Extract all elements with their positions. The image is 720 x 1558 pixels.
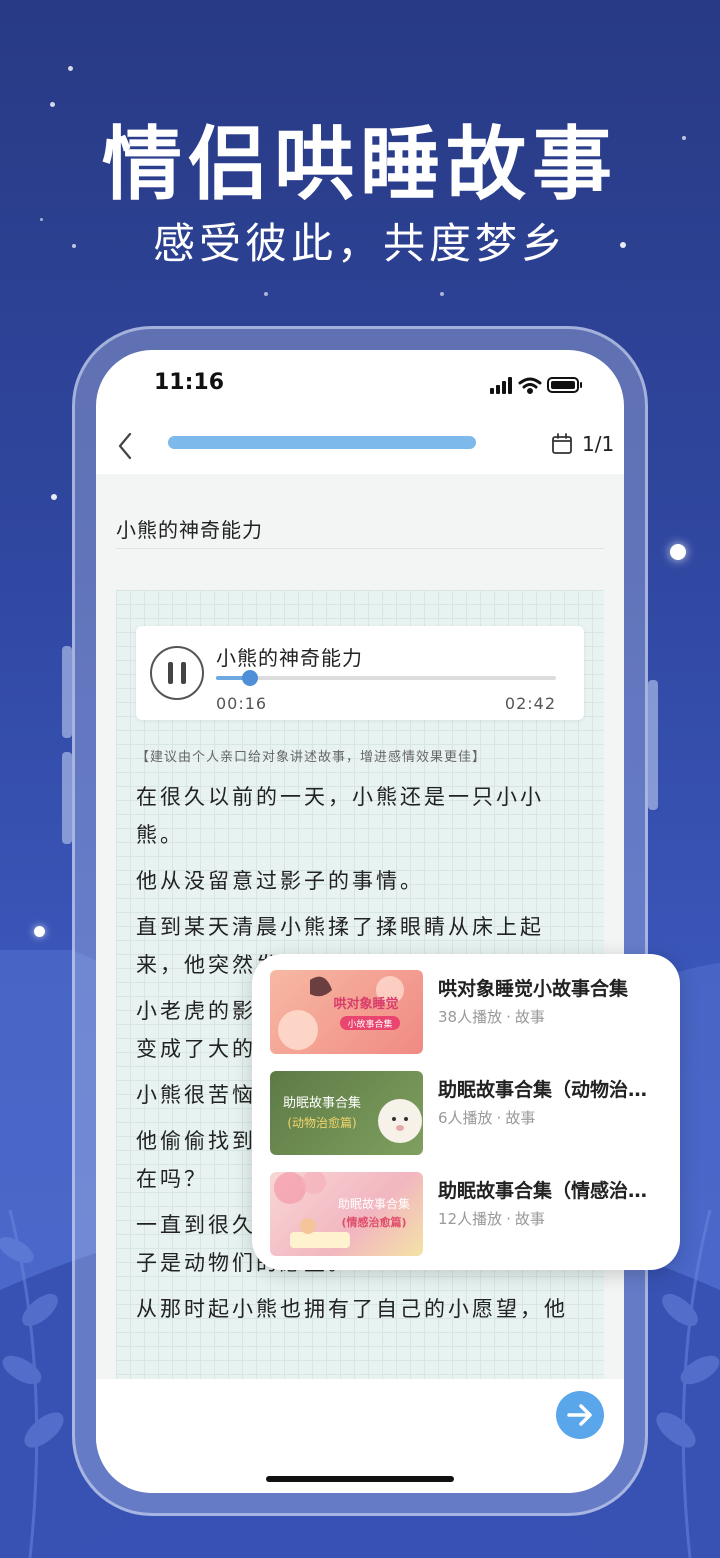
category-label: 故事 <box>505 1109 536 1127</box>
recommendation-item[interactable]: 助眠故事合集 (情感治愈篇) 助眠故事合集（情感治愈篇） 12人播放 · 故事 <box>270 1172 670 1256</box>
phone-screen: 11:16 1/1 小熊的神奇能力 小熊的神奇能力 00:16 02:42 【建… <box>96 350 624 1493</box>
wifi-icon <box>518 377 542 394</box>
reading-progress-bar <box>168 436 476 449</box>
story-paragraph: 他从没留意过影子的事情。 <box>136 869 424 893</box>
battery-icon <box>547 377 582 393</box>
status-icons <box>490 376 590 398</box>
category-label: 故事 <box>514 1210 545 1228</box>
recommendation-item[interactable]: 助眠故事合集 (动物治愈篇) 助眠故事合集（动物治愈篇） 6人播放 · 故事 <box>270 1071 670 1155</box>
thumb-subtitle: (情感治愈篇) <box>341 1215 406 1229</box>
arrow-right-icon <box>567 1404 592 1426</box>
audio-player: 小熊的神奇能力 00:16 02:42 <box>136 626 584 720</box>
recommendation-title: 助眠故事合集（动物治愈篇） <box>438 1079 664 1101</box>
page-counter: 1/1 <box>582 432 615 456</box>
current-time: 00:16 <box>216 694 268 713</box>
recommendation-thumbnail: 助眠故事合集 (动物治愈篇) <box>270 1071 423 1155</box>
hero-subtitle: 感受彼此，共度梦乡 <box>152 219 567 268</box>
star-decoration <box>264 292 268 296</box>
chevron-left-icon <box>118 432 132 460</box>
star-decoration <box>34 926 45 937</box>
story-title: 小熊的神奇能力 <box>116 518 263 542</box>
hero-title: 情侣哄睡故事 <box>102 118 618 211</box>
title-divider <box>116 548 604 549</box>
status-time: 11:16 <box>154 370 225 395</box>
back-button[interactable] <box>110 426 140 466</box>
star-decoration <box>51 494 57 500</box>
recommendation-item[interactable]: 哄对象睡觉 小故事合集 哄对象睡觉小故事合集 38人播放 · 故事 <box>270 970 670 1054</box>
recommendation-thumbnail: 哄对象睡觉 小故事合集 <box>270 970 423 1054</box>
phone-side-button <box>648 680 658 810</box>
phone-side-button <box>62 646 72 738</box>
status-bar: 11:16 <box>96 350 624 420</box>
story-paragraph: 从那时起小熊也拥有了自己的小愿望，他 <box>136 1297 568 1321</box>
calendar-icon[interactable] <box>550 432 574 456</box>
star-decoration <box>670 544 686 560</box>
home-indicator <box>266 1476 454 1482</box>
total-time: 02:42 <box>504 694 556 713</box>
reading-progress-fill <box>168 436 476 449</box>
star-decoration <box>68 66 73 71</box>
thumb-subtitle: (动物治愈篇) <box>287 1115 356 1130</box>
phone-side-button <box>62 752 72 844</box>
bottom-bar <box>96 1379 624 1493</box>
thumb-title: 助眠故事合集 <box>283 1095 361 1111</box>
recommendation-thumbnail: 助眠故事合集 (情感治愈篇) <box>270 1172 423 1256</box>
thumb-title: 哄对象睡觉 <box>333 996 398 1012</box>
next-button[interactable] <box>556 1391 604 1439</box>
recommendation-title: 助眠故事合集（情感治愈篇） <box>438 1180 664 1202</box>
audio-seek-bar[interactable] <box>216 670 556 686</box>
category-label: 故事 <box>514 1008 545 1026</box>
thumb-title: 助眠故事合集 <box>338 1196 410 1211</box>
recommendation-title: 哄对象睡觉小故事合集 <box>438 978 629 1000</box>
pause-button[interactable] <box>150 646 204 700</box>
top-bar: 1/1 <box>96 420 624 474</box>
story-paragraph: 在很久以前的一天，小熊还是一只小小熊。 <box>136 785 544 847</box>
recommendation-meta: 38人播放 · 故事 <box>438 1008 545 1026</box>
play-count: 38人播放 <box>438 1008 503 1026</box>
play-count: 12人播放 <box>438 1210 503 1228</box>
story-hint: 【建议由个人亲口给对象讲述故事，增进感情效果更佳】 <box>136 750 487 765</box>
recommendation-card: 哄对象睡觉 小故事合集 哄对象睡觉小故事合集 38人播放 · 故事 助眠故事合集 (… <box>252 954 680 1270</box>
audio-seek-handle[interactable] <box>241 670 258 686</box>
play-count: 6人播放 <box>438 1109 493 1127</box>
recommendation-meta: 12人播放 · 故事 <box>438 1210 545 1228</box>
recommendation-meta: 6人播放 · 故事 <box>438 1109 536 1127</box>
signal-icon <box>490 377 512 394</box>
player-title: 小熊的神奇能力 <box>216 646 363 670</box>
thumb-subtitle: 小故事合集 <box>347 1018 392 1030</box>
star-decoration <box>440 292 444 296</box>
